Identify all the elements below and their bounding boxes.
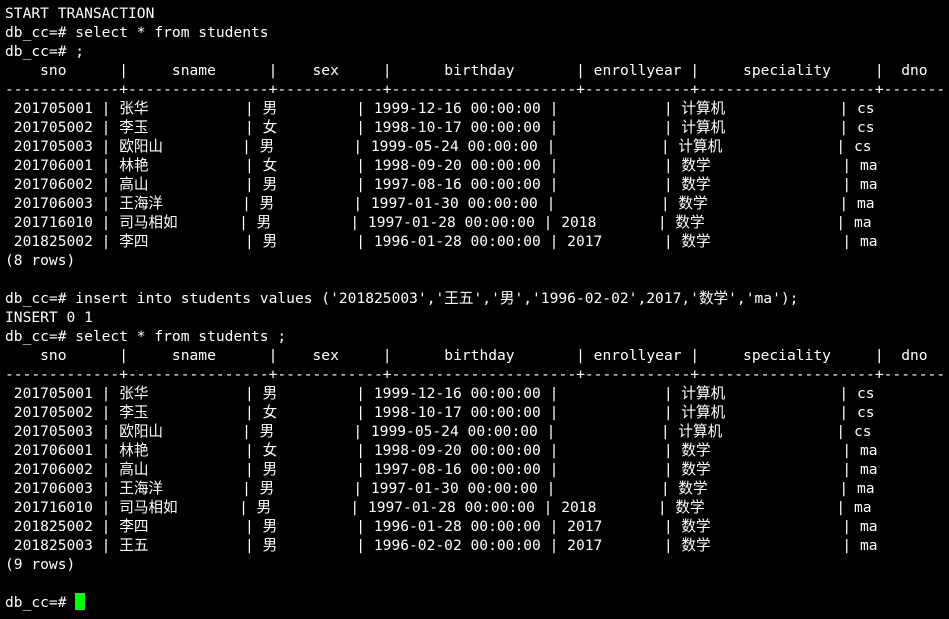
table-row: 201705003 | 欧阳山 | 男 | 1999-05-24 00:00:0… bbox=[5, 138, 872, 155]
command-line: db_cc=# ; bbox=[5, 43, 85, 60]
terminal-window[interactable]: START TRANSACTION db_cc=# select * from … bbox=[0, 0, 949, 619]
table-row: 201825003 | 王五 | 男 | 1996-02-02 00:00:00… bbox=[5, 537, 878, 554]
prompt-line[interactable]: db_cc=# bbox=[5, 593, 949, 612]
table-row: 201706003 | 王海洋 | 男 | 1997-01-30 00:00:0… bbox=[5, 195, 875, 212]
table-separator: -------------+----------------+---------… bbox=[5, 81, 946, 98]
table-separator: -------------+----------------+---------… bbox=[5, 366, 946, 383]
table-row: 201705002 | 李玉 | 女 | 1998-10-17 00:00:00… bbox=[5, 404, 875, 421]
table-row: 201705003 | 欧阳山 | 男 | 1999-05-24 00:00:0… bbox=[5, 423, 872, 440]
table-row: 201706001 | 林艳 | 女 | 1998-09-20 00:00:00… bbox=[5, 442, 878, 459]
output-line: INSERT 0 1 bbox=[5, 309, 93, 326]
row-count: (9 rows) bbox=[5, 556, 76, 573]
cursor-icon[interactable] bbox=[75, 593, 86, 610]
table-row: 201706002 | 高山 | 男 | 1997-08-16 00:00:00… bbox=[5, 176, 878, 193]
table-row: 201825002 | 李四 | 男 | 1996-01-28 00:00:00… bbox=[5, 518, 878, 535]
table-row: 201705001 | 张华 | 男 | 1999-12-16 00:00:00… bbox=[5, 385, 875, 402]
table-row: 201716010 | 司马相如 | 男 | 1997-01-28 00:00:… bbox=[5, 214, 872, 231]
prompt-label: db_cc=# bbox=[5, 594, 76, 611]
table-row: 201825002 | 李四 | 男 | 1996-01-28 00:00:00… bbox=[5, 233, 878, 250]
table-row: 201705001 | 张华 | 男 | 1999-12-16 00:00:00… bbox=[5, 100, 875, 117]
row-count: (8 rows) bbox=[5, 252, 76, 269]
table-row: 201705002 | 李玉 | 女 | 1998-10-17 00:00:00… bbox=[5, 119, 875, 136]
table-row: 201706003 | 王海洋 | 男 | 1997-01-30 00:00:0… bbox=[5, 480, 875, 497]
table-header-row: sno | sname | sex | birthday | enrollyea… bbox=[5, 347, 928, 364]
command-line: db_cc=# insert into students values ('20… bbox=[5, 290, 799, 307]
table-row: 201716010 | 司马相如 | 男 | 1997-01-28 00:00:… bbox=[5, 499, 872, 516]
command-line: db_cc=# select * from students bbox=[5, 24, 269, 41]
table-row: 201706002 | 高山 | 男 | 1997-08-16 00:00:00… bbox=[5, 461, 878, 478]
table-header-row: sno | sname | sex | birthday | enrollyea… bbox=[5, 62, 928, 79]
table-row: 201706001 | 林艳 | 女 | 1998-09-20 00:00:00… bbox=[5, 157, 878, 174]
output-line: START TRANSACTION bbox=[5, 5, 155, 22]
command-line: db_cc=# select * from students ; bbox=[5, 328, 287, 345]
